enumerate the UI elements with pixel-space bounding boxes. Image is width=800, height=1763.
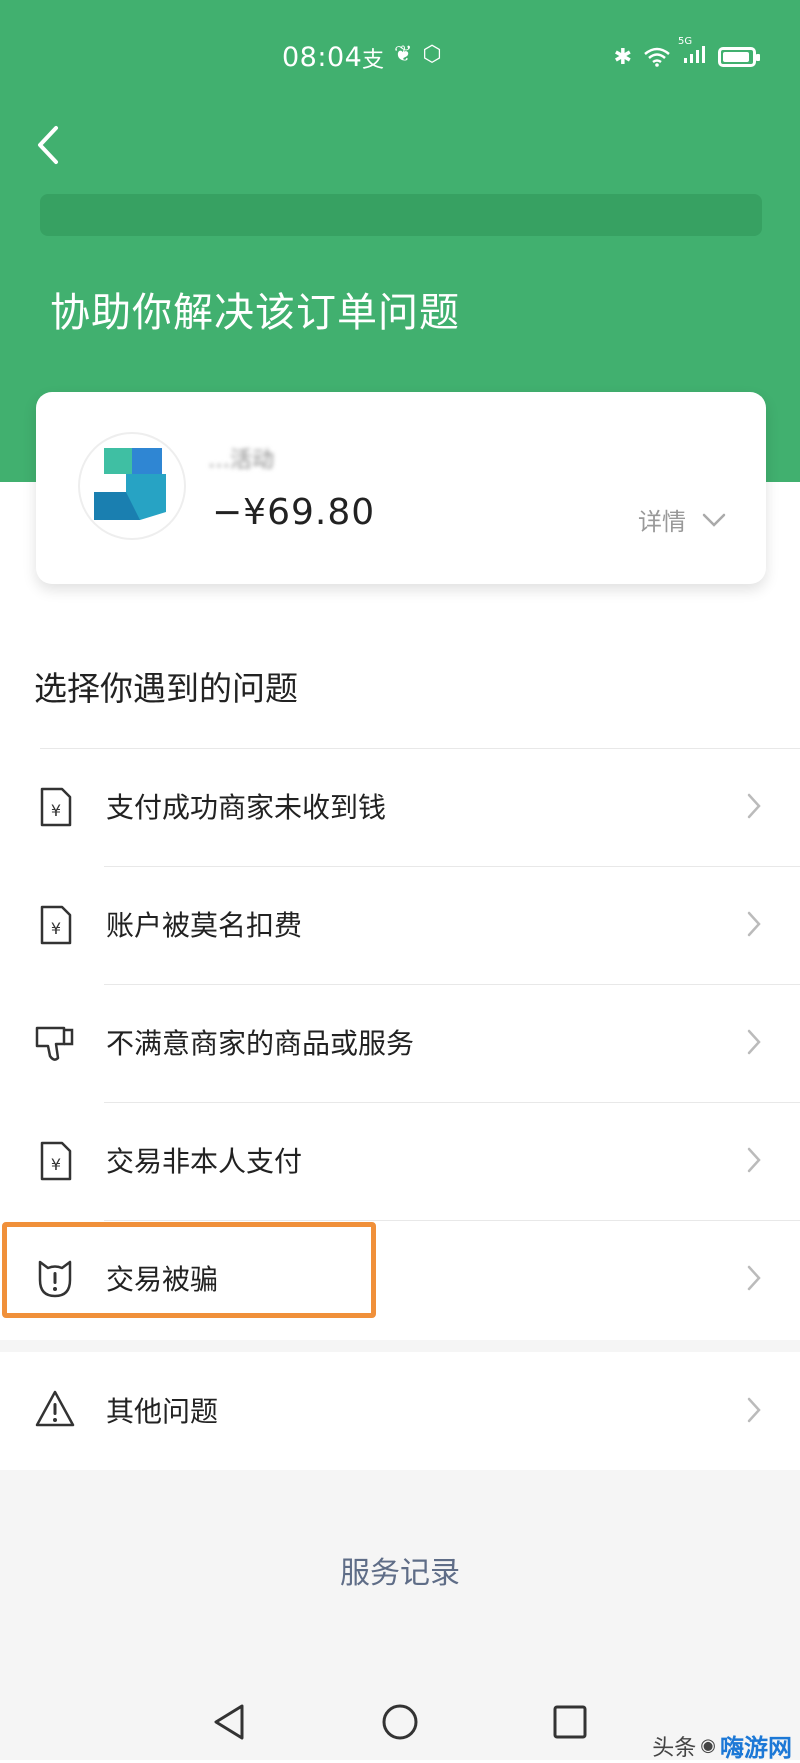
wifi-icon: [644, 47, 670, 67]
triangle-back-icon: [214, 1704, 244, 1740]
order-amount: −¥69.80: [212, 492, 376, 533]
issue-label: 支付成功商家未收到钱: [106, 791, 387, 824]
signal-icon: 5G: [678, 36, 706, 70]
top-banner-bar: [40, 194, 762, 236]
bluetooth-icon: ✱: [613, 44, 632, 70]
svg-text:¥: ¥: [51, 919, 61, 938]
issue-item-scammed[interactable]: 交易被骗: [0, 1220, 800, 1338]
divider: [104, 1102, 800, 1103]
circle-home-icon: [382, 1704, 418, 1740]
network-type-label: 5G: [678, 36, 693, 47]
receipt-icon: ¥: [40, 905, 72, 945]
nav-back-button[interactable]: [210, 1702, 250, 1742]
watermark: 头条 ◉ 嗨游网: [652, 1728, 792, 1763]
thumbs-down-icon: [35, 1026, 74, 1061]
watermark-brand: 嗨游网: [720, 1734, 792, 1762]
chevron-right-icon: [747, 793, 761, 819]
issue-label: 其他问题: [106, 1395, 219, 1428]
order-card: …活动 −¥69.80 详情: [36, 392, 766, 584]
alipay-icon: 支: [362, 48, 385, 73]
system-icons: ✱ 5G: [613, 36, 760, 70]
issue-label: 交易非本人支付: [106, 1145, 303, 1178]
chevron-right-icon: [747, 1147, 761, 1173]
square-recents-icon: [553, 1705, 587, 1739]
notification-icons: 支 ❦ ⬡: [362, 42, 442, 74]
chevron-down-icon: [702, 513, 726, 527]
chevron-right-icon: [747, 1265, 761, 1291]
svg-text:¥: ¥: [51, 1155, 61, 1174]
issue-item-not-self-paid[interactable]: ¥ 交易非本人支付: [0, 1102, 800, 1220]
watermark-source: 头条: [652, 1735, 697, 1761]
merchant-logo: [80, 434, 184, 538]
divider: [40, 748, 800, 749]
issue-label: 交易被骗: [106, 1263, 219, 1296]
section-title: 选择你遇到的问题: [34, 669, 298, 708]
service-record-link[interactable]: 服务记录: [0, 1548, 800, 1592]
details-button[interactable]: 详情: [638, 502, 726, 537]
chevron-right-icon: [747, 911, 761, 937]
chevron-right-icon: [747, 1397, 761, 1423]
chevron-left-icon: [38, 126, 58, 164]
issue-item-unexpected-charge[interactable]: ¥ 账户被莫名扣费: [0, 866, 800, 984]
divider: [104, 984, 800, 985]
back-button[interactable]: [30, 120, 66, 170]
chevron-right-icon: [747, 1029, 761, 1055]
nav-home-button[interactable]: [380, 1702, 420, 1742]
issue-label: 不满意商家的商品或服务: [106, 1027, 415, 1060]
shield-hand-icon: ⬡: [422, 42, 442, 67]
issue-label: 账户被莫名扣费: [106, 909, 303, 942]
status-time: 08:04: [282, 42, 363, 73]
app-notify-icon: ❦: [394, 42, 413, 67]
status-bar: 08:04 支 ❦ ⬡ ✱ 5G: [0, 28, 800, 88]
receipt-icon: ¥: [40, 1141, 72, 1181]
details-label: 详情: [638, 508, 686, 536]
nav-recents-button[interactable]: [550, 1702, 590, 1742]
battery-icon: [718, 47, 760, 67]
divider: [104, 866, 800, 867]
alert-shield-icon: [38, 1260, 72, 1298]
merchant-name: …活动: [208, 448, 275, 473]
divider: [104, 1220, 800, 1221]
logo-icon: ◉: [700, 1735, 716, 1756]
issue-item-unsatisfied[interactable]: 不满意商家的商品或服务: [0, 984, 800, 1102]
receipt-icon: ¥: [40, 787, 72, 827]
svg-text:¥: ¥: [51, 801, 61, 820]
issue-item-other[interactable]: 其他问题: [0, 1352, 800, 1470]
issue-list: ¥ 支付成功商家未收到钱 ¥ 账户被莫名扣费 不满意商家的商品或服务 ¥ 交易非…: [0, 748, 800, 1338]
page-title: 协助你解决该订单问题: [50, 290, 460, 336]
issue-item-merchant-not-received[interactable]: ¥ 支付成功商家未收到钱: [0, 748, 800, 866]
warning-icon: [35, 1390, 75, 1427]
